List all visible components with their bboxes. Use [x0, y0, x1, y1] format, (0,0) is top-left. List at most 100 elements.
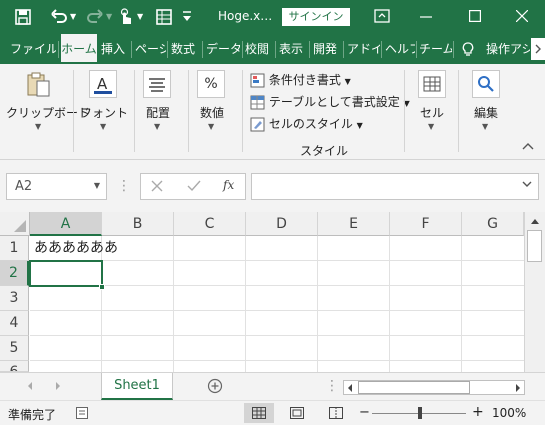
selected-cell-A2[interactable] — [29, 260, 103, 287]
column-header-G[interactable]: G — [462, 212, 524, 236]
column-header-E[interactable]: E — [318, 212, 390, 236]
next-sheet-icon[interactable] — [54, 381, 62, 391]
title-bar: ▼ ▼ ▼ Hoge.x… サインイン — [0, 0, 545, 34]
tab-insert[interactable]: 挿入 — [101, 34, 129, 64]
row-header-1[interactable]: 1 — [0, 236, 29, 261]
normal-view-button[interactable] — [244, 403, 274, 423]
touch-dropdown-icon[interactable]: ▼ — [137, 12, 143, 21]
column-header-C[interactable]: C — [174, 212, 246, 236]
maximize-icon[interactable] — [469, 10, 481, 22]
macro-record-icon[interactable] — [76, 407, 88, 419]
column-header-F[interactable]: F — [390, 212, 462, 236]
formula-input[interactable] — [251, 173, 539, 200]
group-divider — [188, 70, 189, 152]
font-icon[interactable]: A — [89, 70, 117, 98]
tell-me-box[interactable]: 操作アシ — [486, 34, 530, 64]
clipboard-label[interactable]: クリップボード — [6, 104, 90, 121]
page-layout-view-icon[interactable] — [290, 407, 304, 419]
ribbon-tabs: ファイル ホーム 挿入 ページ 数式 データ 校閲 表示 開発 アドイ ヘルフ … — [0, 34, 545, 64]
select-all-button[interactable] — [0, 212, 30, 236]
tab-review[interactable]: 校閲 — [245, 34, 273, 64]
font-label[interactable]: フォント — [80, 104, 128, 121]
chevron-down-icon[interactable]: ▼ — [94, 181, 100, 190]
row-header-5[interactable]: 5 — [0, 336, 29, 361]
cell-styles-button[interactable]: セルのスタイル ▼ — [250, 115, 363, 135]
scroll-up-icon[interactable] — [529, 216, 541, 226]
scroll-right-icon[interactable] — [514, 383, 522, 393]
collapse-ribbon-icon[interactable] — [522, 142, 534, 150]
touch-mode-icon[interactable] — [118, 8, 134, 26]
tab-developer[interactable]: 開発 — [313, 34, 341, 64]
zoom-in-button[interactable]: + — [472, 404, 484, 420]
chevron-down-icon[interactable]: ▼ — [428, 122, 434, 131]
form-icon[interactable] — [155, 8, 173, 26]
cells-icon[interactable] — [418, 70, 446, 98]
tabs-scroll-button[interactable] — [531, 38, 545, 60]
zoom-slider-thumb[interactable] — [418, 407, 422, 419]
tab-divider — [58, 41, 59, 58]
undo-icon[interactable] — [50, 8, 68, 26]
add-sheet-icon[interactable] — [207, 378, 223, 394]
row-header-2[interactable]: 2 — [0, 261, 29, 286]
tab-team[interactable]: チーム — [419, 34, 452, 64]
sheet-tab-sheet1[interactable]: Sheet1 — [101, 373, 173, 400]
tab-formulas[interactable]: 数式 — [171, 34, 199, 64]
row-header-4[interactable]: 4 — [0, 311, 29, 336]
save-icon[interactable] — [14, 8, 32, 26]
alignment-icon[interactable] — [143, 70, 171, 98]
customize-icon[interactable] — [182, 10, 192, 22]
close-icon[interactable] — [516, 10, 528, 22]
chevron-down-icon[interactable]: ▼ — [35, 122, 41, 131]
format-as-table-button[interactable]: テーブルとして書式設定 ▼ — [250, 93, 410, 113]
row-header-3[interactable]: 3 — [0, 286, 29, 311]
signin-button[interactable]: サインイン — [282, 8, 350, 26]
clipboard-icon[interactable] — [24, 70, 52, 98]
zoom-level[interactable]: 100% — [492, 406, 526, 420]
percent-icon[interactable]: % — [197, 70, 225, 98]
cancel-icon[interactable] — [151, 180, 163, 192]
row-header-6[interactable]: 6 — [0, 361, 29, 372]
number-label[interactable]: 数値 — [192, 104, 232, 121]
column-header-D[interactable]: D — [246, 212, 318, 236]
editing-label[interactable]: 編集 — [467, 104, 505, 121]
fill-handle[interactable] — [99, 284, 105, 290]
tab-home[interactable]: ホーム — [61, 34, 97, 64]
search-icon[interactable] — [472, 70, 500, 98]
grip-icon: ⋮ — [117, 178, 131, 194]
tab-help[interactable]: ヘルフ — [385, 34, 415, 64]
lightbulb-icon[interactable] — [462, 42, 474, 57]
name-box[interactable]: A2 ▼ — [6, 173, 107, 200]
column-header-B[interactable]: B — [102, 212, 174, 236]
expand-formula-icon[interactable] — [522, 180, 532, 188]
tab-page-layout[interactable]: ページ — [135, 34, 166, 64]
h-scroll-thumb[interactable] — [358, 381, 470, 394]
ribbon-display-icon[interactable] — [374, 8, 390, 24]
horizontal-scrollbar[interactable] — [343, 380, 525, 395]
prev-sheet-icon[interactable] — [26, 381, 34, 391]
chevron-down-icon[interactable]: ▼ — [154, 122, 160, 131]
column-header-A[interactable]: A — [30, 212, 102, 236]
tab-view[interactable]: 表示 — [279, 34, 307, 64]
enter-icon[interactable] — [187, 180, 201, 192]
cell-A1[interactable]: ああああああ — [30, 236, 174, 261]
group-divider — [73, 70, 74, 152]
tab-file[interactable]: ファイル — [10, 34, 56, 64]
conditional-formatting-button[interactable]: 条件付き書式 ▼ — [250, 71, 351, 91]
minimize-icon[interactable] — [420, 16, 432, 18]
scroll-thumb[interactable] — [527, 230, 542, 262]
chevron-down-icon[interactable]: ▼ — [100, 122, 106, 131]
tab-data[interactable]: データ — [206, 34, 240, 64]
vertical-scrollbar[interactable] — [524, 212, 545, 372]
cells-label[interactable]: セル — [413, 104, 451, 121]
tab-addins[interactable]: アドイ — [347, 34, 380, 64]
page-break-view-icon[interactable] — [329, 407, 343, 419]
styles-group-label: スタイル — [299, 144, 348, 158]
scroll-left-icon[interactable] — [346, 383, 354, 393]
document-title: Hoge.x… — [218, 9, 273, 23]
zoom-out-button[interactable]: − — [359, 405, 370, 420]
chevron-down-icon[interactable]: ▼ — [208, 122, 214, 131]
alignment-label[interactable]: 配置 — [138, 104, 178, 121]
undo-dropdown-icon[interactable]: ▼ — [70, 12, 76, 21]
insert-function-icon[interactable]: fx — [223, 178, 234, 192]
chevron-down-icon[interactable]: ▼ — [482, 122, 488, 131]
